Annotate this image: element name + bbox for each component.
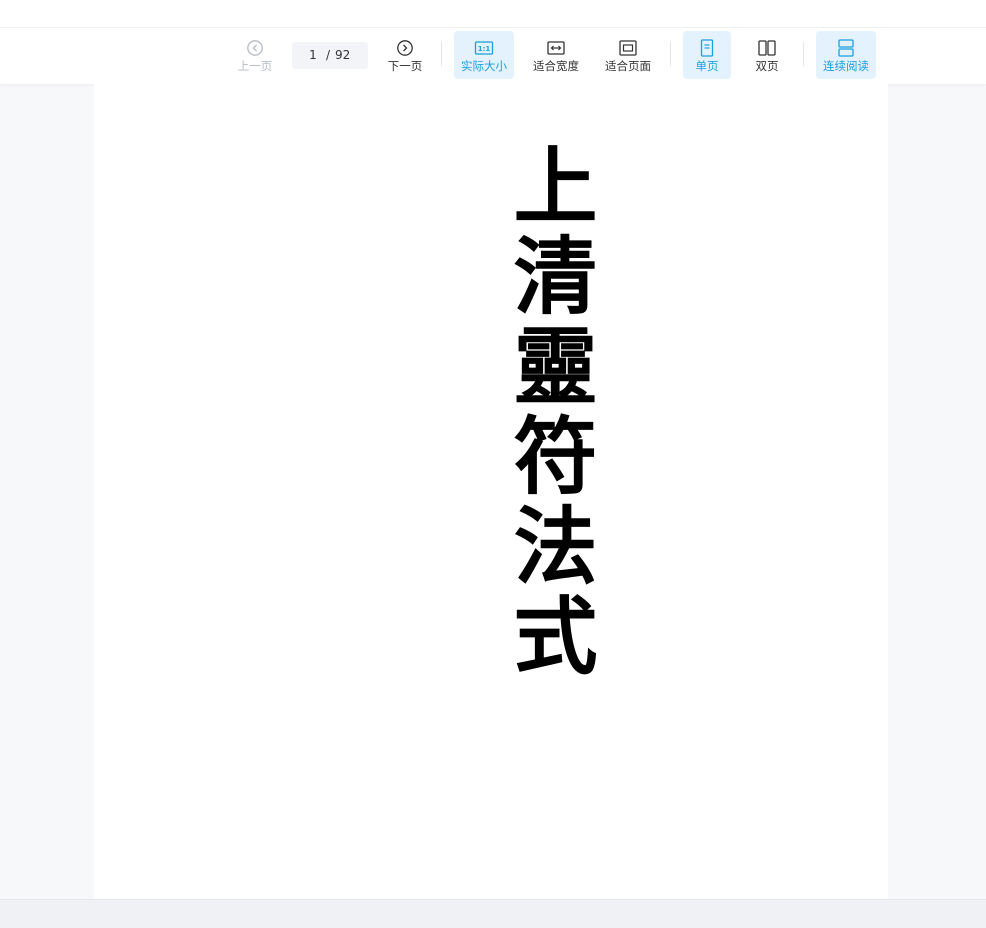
fit-page-button[interactable]: 适合页面 [598, 31, 658, 79]
next-page-button[interactable]: 下一页 [382, 31, 428, 79]
page-number-field[interactable]: 1 / 92 [292, 42, 368, 69]
toolbar-divider [803, 42, 804, 66]
actual-size-icon-text: 1:1 [478, 45, 491, 53]
fit-page-label: 适合页面 [605, 59, 651, 73]
actual-size-icon: 1:1 [474, 39, 494, 57]
single-page-button[interactable]: 单页 [683, 31, 731, 79]
document-page: 上清靈符法式 [94, 84, 888, 899]
actual-size-label: 实际大小 [461, 59, 507, 73]
page-total: 92 [335, 48, 351, 62]
double-page-button[interactable]: 双页 [743, 31, 791, 79]
page-separator: / [326, 48, 331, 62]
double-page-label: 双页 [755, 59, 779, 73]
toolbar-divider [441, 42, 442, 66]
fit-width-button[interactable]: 适合宽度 [526, 31, 586, 79]
prev-page-label: 上一页 [237, 59, 273, 73]
single-page-label: 单页 [695, 59, 719, 73]
next-page-label: 下一页 [387, 59, 423, 73]
continuous-reading-label: 连续阅读 [823, 59, 869, 73]
document-title: 上清靈符法式 [500, 142, 599, 682]
viewer-toolbar: 上一页 1 / 92 下一页 1:1 实际大小 适合宽度 适合页面 单页 双页 … [0, 28, 986, 84]
continuous-reading-icon [836, 39, 856, 57]
fit-page-icon [618, 39, 638, 57]
fit-width-label: 适合宽度 [533, 59, 579, 73]
actual-size-button[interactable]: 1:1 实际大小 [454, 31, 514, 79]
chevron-left-circle-icon [245, 39, 265, 57]
top-strip [0, 0, 986, 28]
double-page-icon [757, 39, 777, 57]
prev-page-button[interactable]: 上一页 [232, 31, 278, 79]
bottom-bar [0, 899, 986, 928]
page-current-input[interactable]: 1 [306, 48, 320, 62]
chevron-right-circle-icon [395, 39, 415, 57]
toolbar-divider [670, 42, 671, 66]
continuous-reading-button[interactable]: 连续阅读 [816, 31, 876, 79]
single-page-icon [697, 39, 717, 57]
fit-width-icon [546, 39, 566, 57]
